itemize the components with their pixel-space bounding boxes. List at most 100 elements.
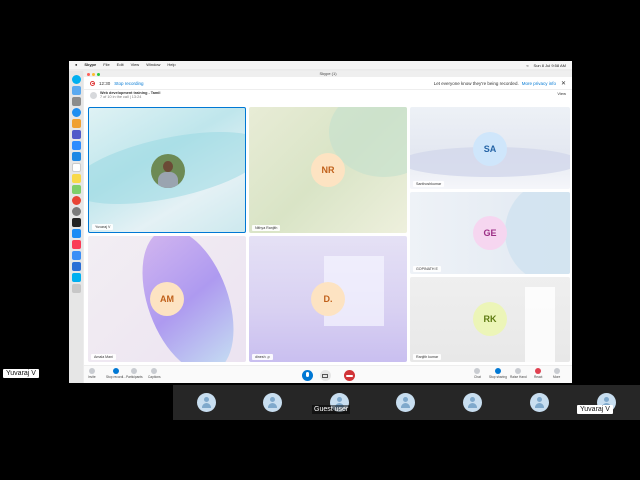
record-icon: [90, 80, 95, 86]
guest-user-label: Guest user: [312, 405, 351, 414]
strip-participant[interactable]: [577, 385, 636, 420]
share-screen-icon: [494, 368, 501, 374]
close-window-button[interactable]: [87, 72, 90, 76]
stop-recording-label: Stop recordi...: [106, 375, 126, 379]
view-button[interactable]: View: [557, 91, 566, 96]
tile-avatar-ge: GE: [473, 216, 507, 250]
stop-recording-button[interactable]: Stop recordi...: [106, 368, 126, 379]
shared-desktop: ● Skype File Edit View Window Help ≈ Sun…: [69, 61, 572, 383]
settings-icon[interactable]: [71, 207, 81, 216]
maps-icon[interactable]: [71, 185, 81, 194]
menu-help[interactable]: Help: [167, 61, 175, 69]
menubar-clock[interactable]: Sun 8 Jul 9:58 AM: [534, 63, 566, 68]
react-label: React: [534, 375, 543, 379]
wifi-icon[interactable]: ≈: [526, 63, 528, 68]
photos-icon[interactable]: [71, 119, 81, 128]
menu-app-name[interactable]: Skype: [84, 61, 96, 69]
recording-timer: 12:30: [99, 80, 111, 86]
participant-tile-dinesh[interactable]: D. dinesh .p: [249, 236, 407, 362]
strip-participant[interactable]: [310, 385, 369, 420]
apple-icon[interactable]: ●: [75, 61, 77, 69]
launchpad-icon[interactable]: [71, 97, 81, 106]
strip-participant[interactable]: [376, 385, 435, 420]
self-name-tag: Yuvaraj V: [577, 405, 613, 414]
heart-icon: [535, 368, 542, 374]
skype-window: Skype (1) 12:30 Stop recording Let every…: [84, 71, 572, 383]
participants-label: Participants: [126, 375, 143, 379]
stop-sharing-button[interactable]: Stop sharing: [489, 368, 507, 379]
participant-tile-nithya[interactable]: NR Nithya Ranjith: [249, 107, 407, 233]
tile-name-label: Nithya Ranjith: [252, 225, 281, 231]
chat-icon: [474, 368, 481, 374]
skype-icon-2[interactable]: [71, 273, 81, 282]
tile-name-label: Santhoshkumar: [413, 181, 445, 187]
tile-avatar-nr: NR: [311, 153, 345, 187]
stop-sharing-label: Stop sharing: [489, 375, 507, 379]
strip-participant[interactable]: [510, 385, 569, 420]
participant-tile-yuvaraj[interactable]: Yuvaraj V: [88, 107, 246, 233]
user-avatar-icon: [263, 393, 282, 412]
call-subtitle: 7 of 10 in the call | 13:24: [100, 95, 142, 99]
music-icon[interactable]: [71, 240, 81, 249]
stop-recording-link[interactable]: Stop recording: [114, 81, 143, 86]
menu-window[interactable]: Window: [146, 61, 160, 69]
participant-tile-santhosh[interactable]: SA Santhoshkumar: [410, 107, 570, 189]
participant-tile-amala[interactable]: AM Amala Mani: [88, 236, 246, 362]
react-button[interactable]: React: [534, 368, 542, 379]
mic-button[interactable]: [302, 370, 313, 381]
mac-dock: [69, 71, 83, 383]
screen-share: ● Skype File Edit View Window Help ≈ Sun…: [0, 0, 640, 480]
privacy-info-link[interactable]: More privacy info: [522, 81, 556, 86]
invite-button[interactable]: Invite: [88, 368, 96, 379]
calendar-icon[interactable]: [71, 163, 81, 172]
skype-icon[interactable]: [71, 75, 81, 84]
safari-icon[interactable]: [71, 108, 81, 117]
people-icon: [131, 368, 138, 374]
participant-strip: [173, 385, 640, 420]
tile-name-label: Amala Mani: [91, 354, 116, 360]
tile-name-label: dinesh .p: [252, 354, 273, 360]
end-call-button[interactable]: [344, 370, 355, 381]
participant-tile-gopinath[interactable]: GE GOPINATH E: [410, 192, 570, 274]
xcode-icon[interactable]: [71, 262, 81, 271]
tile-name-label: Ranjith kumar: [413, 354, 442, 360]
captions-label: Captions: [148, 375, 161, 379]
window-title: Skype (1): [319, 71, 337, 76]
invite-label: Invite: [88, 375, 96, 379]
call-header: Web development training - Tamil 7 of 10…: [84, 90, 572, 102]
add-person-icon: [88, 368, 95, 374]
user-avatar-icon: [530, 393, 549, 412]
call-controls: Invite Stop recordi... Participants Capt…: [84, 365, 572, 383]
tile-name-label: GOPINATH E: [413, 266, 441, 272]
appstore-icon[interactable]: [71, 229, 81, 238]
strip-participant[interactable]: [177, 385, 236, 420]
zoom-window-button[interactable]: [97, 72, 100, 76]
finder-icon[interactable]: [71, 86, 81, 95]
terminal-icon[interactable]: [71, 218, 81, 227]
group-avatar[interactable]: [90, 92, 97, 99]
menu-view[interactable]: View: [131, 61, 140, 69]
participants-button[interactable]: Participants: [126, 368, 143, 379]
camera-button[interactable]: [320, 370, 331, 381]
vscode-icon[interactable]: [71, 152, 81, 161]
more-button[interactable]: More: [553, 368, 560, 379]
participant-tile-ranjith[interactable]: RK Ranjith kumar: [410, 277, 570, 362]
zoom-icon[interactable]: [71, 141, 81, 150]
captions-button[interactable]: Captions: [148, 368, 161, 379]
strip-participant[interactable]: [243, 385, 302, 420]
camera-icon: [322, 374, 328, 378]
strip-participant[interactable]: [443, 385, 502, 420]
chrome-icon[interactable]: [71, 196, 81, 205]
close-banner-icon[interactable]: ✕: [561, 80, 566, 87]
keynote-icon[interactable]: [71, 251, 81, 260]
menu-edit[interactable]: Edit: [117, 61, 124, 69]
chat-button[interactable]: Chat: [474, 368, 481, 379]
teams-icon[interactable]: [71, 130, 81, 139]
trash-icon[interactable]: [71, 284, 81, 293]
minimize-window-button[interactable]: [92, 72, 95, 76]
presenter-name-tag: Yuvaraj V: [3, 369, 39, 378]
tile-avatar-am: AM: [150, 282, 184, 316]
menu-file[interactable]: File: [103, 61, 109, 69]
raise-hand-button[interactable]: Raise Hand: [510, 368, 527, 379]
notes-icon[interactable]: [71, 174, 81, 183]
